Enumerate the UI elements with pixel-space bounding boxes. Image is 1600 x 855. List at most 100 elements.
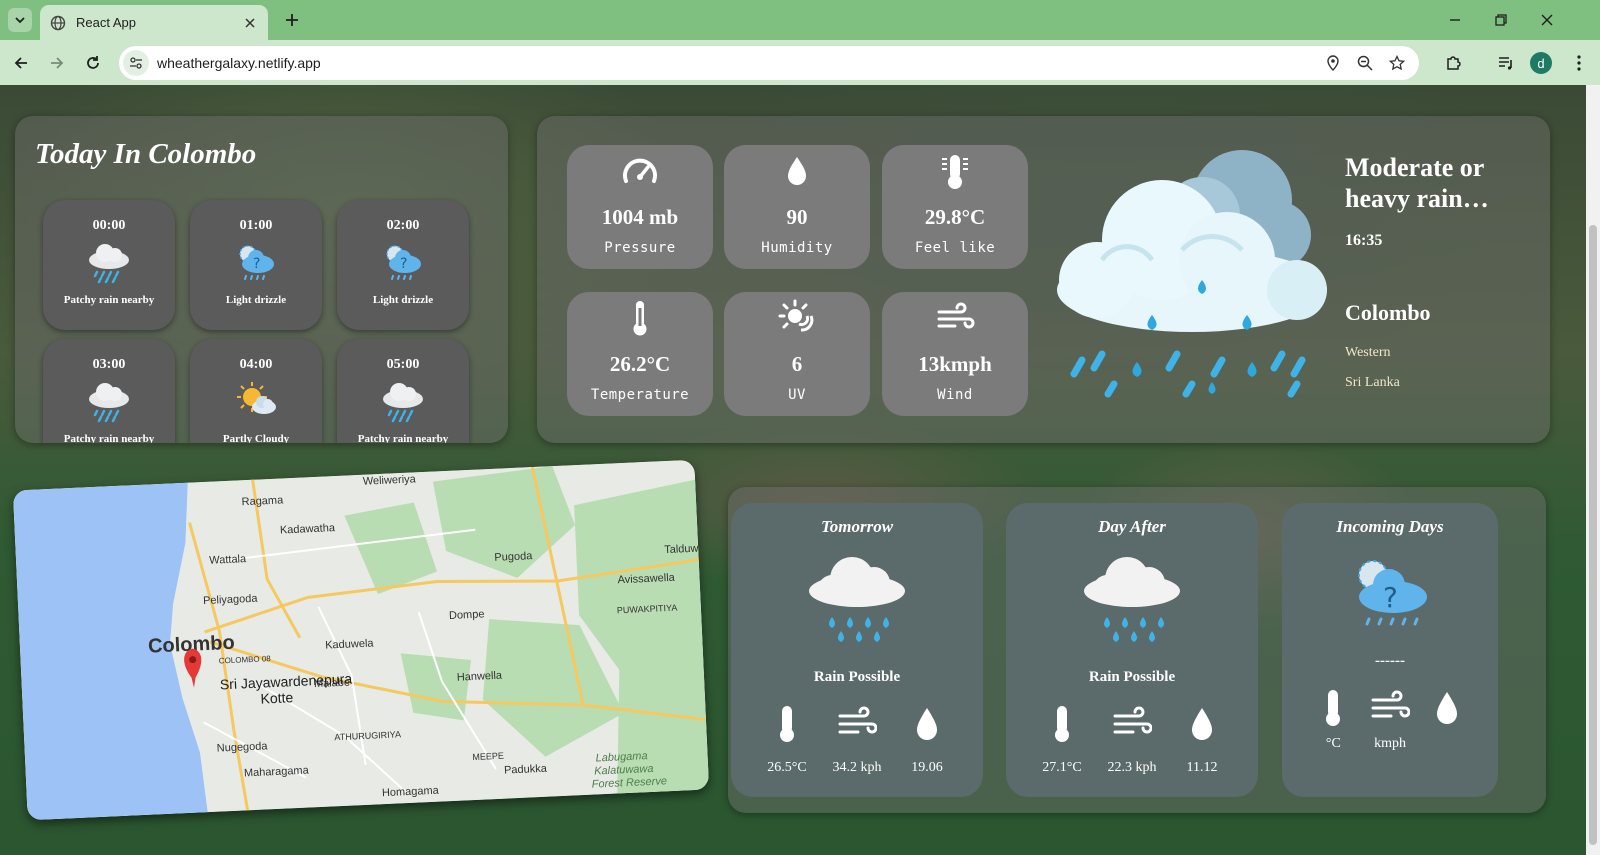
forward-button[interactable] bbox=[46, 52, 68, 74]
hour-condition: Patchy rain nearby bbox=[63, 433, 155, 443]
map-label: Nugegoda bbox=[217, 740, 269, 754]
hour-time: 04:00 bbox=[239, 357, 273, 372]
hour-card: 04:00 Partly Cloudy bbox=[190, 339, 322, 443]
tab-search-button[interactable] bbox=[8, 8, 32, 32]
stat-value: 1004 mb bbox=[601, 205, 679, 229]
profile-avatar[interactable]: d bbox=[1530, 52, 1552, 74]
svg-text:?: ? bbox=[253, 256, 260, 272]
stat-card-temperature: 26.2°C Temperature bbox=[567, 292, 713, 416]
minimize-button[interactable] bbox=[1445, 10, 1465, 30]
forecast-description: Rain Possible bbox=[1088, 669, 1176, 685]
globe-icon bbox=[50, 15, 66, 30]
stat-label: Temperature bbox=[590, 387, 690, 403]
new-tab-button[interactable] bbox=[282, 10, 302, 30]
map-label: Dompe bbox=[449, 608, 485, 622]
forecast-temp: 27.1°C bbox=[1042, 760, 1082, 775]
stat-label: UV bbox=[788, 387, 806, 403]
forecast-day: Day After bbox=[1098, 517, 1166, 536]
current-condition: Moderate or heavy rain… bbox=[1345, 153, 1489, 213]
hour-condition: Light drizzle bbox=[225, 294, 287, 306]
url-text: wheathergalaxy.netlify.app bbox=[157, 55, 321, 71]
forecast-wind: kmph bbox=[1374, 736, 1406, 751]
site-info-icon[interactable] bbox=[123, 50, 149, 76]
plus-icon bbox=[286, 14, 298, 26]
thermometer-icon bbox=[1326, 690, 1341, 726]
stat-value: 90 bbox=[786, 205, 808, 229]
scrollbar-thumb[interactable] bbox=[1589, 225, 1597, 845]
today-title: Today In Colombo bbox=[35, 138, 257, 170]
wind-icon bbox=[937, 302, 975, 329]
restore-button[interactable] bbox=[1491, 10, 1511, 30]
bookmark-star-icon[interactable] bbox=[1387, 53, 1407, 73]
forecast-card-day-after: Day After Rain Possible 27.1°C 22.3 kph … bbox=[1006, 503, 1258, 797]
map-label: Pugoda bbox=[494, 550, 533, 564]
wind-icon bbox=[1113, 706, 1152, 734]
rain-cloud-icon bbox=[383, 383, 423, 423]
rain-cloud-icon bbox=[809, 557, 905, 642]
droplet-icon bbox=[788, 157, 806, 185]
hour-card: 05:00 Patchy rain nearby bbox=[337, 339, 469, 443]
stat-label: Feel like bbox=[914, 240, 996, 256]
menu-button[interactable] bbox=[1568, 52, 1590, 74]
hour-condition: Patchy rain nearby bbox=[357, 433, 449, 443]
map-label: Labugama bbox=[595, 750, 647, 764]
zoom-out-icon[interactable] bbox=[1355, 53, 1375, 73]
puzzle-icon bbox=[1447, 56, 1461, 70]
reload-icon bbox=[87, 56, 99, 69]
map-label: Padukka bbox=[504, 763, 548, 777]
tab-title: React App bbox=[76, 15, 136, 30]
partly-cloudy-icon bbox=[237, 382, 276, 414]
hour-condition: Partly Cloudy bbox=[222, 433, 290, 443]
close-tab-icon[interactable] bbox=[242, 15, 258, 31]
unknown-weather-icon: ? bbox=[1358, 560, 1427, 626]
map-label: Kotte bbox=[260, 689, 294, 706]
forecast-description: ------ bbox=[1375, 653, 1405, 669]
country-name: Sri Lanka bbox=[1345, 375, 1400, 390]
map-label: Talduwa bbox=[664, 542, 706, 556]
forecast-wind: 34.2 kph bbox=[832, 760, 882, 775]
map-label: Kadawatha bbox=[280, 522, 336, 537]
map-label: Ragama bbox=[241, 494, 284, 508]
forecast-metrics: 27.1°C 22.3 kph 11.12 bbox=[1032, 704, 1232, 776]
wind-icon bbox=[838, 706, 877, 734]
media-controls-button[interactable] bbox=[1495, 52, 1517, 74]
thermometer-icon bbox=[780, 706, 794, 742]
hour-time: 02:00 bbox=[386, 218, 420, 233]
stat-label: Humidity bbox=[761, 240, 833, 256]
hour-time: 01:00 bbox=[239, 218, 273, 233]
page-scrollbar[interactable] bbox=[1586, 85, 1600, 855]
extensions-button[interactable] bbox=[1443, 52, 1465, 74]
unknown-weather-icon: ? bbox=[386, 245, 421, 280]
stat-value: 6 bbox=[791, 352, 803, 376]
hour-time: 00:00 bbox=[92, 218, 126, 233]
reload-button[interactable] bbox=[82, 52, 104, 74]
hour-card: 01:00 ? Light drizzle bbox=[190, 200, 322, 330]
droplet-icon bbox=[917, 708, 937, 740]
kebab-menu-icon bbox=[1577, 55, 1581, 71]
forecast-card-incoming: Incoming Days ? ------ °C kmph bbox=[1282, 503, 1498, 797]
arrow-left-icon bbox=[14, 57, 27, 69]
rain-cloud-icon bbox=[89, 244, 129, 284]
hour-condition: Patchy rain nearby bbox=[63, 294, 155, 306]
hour-time: 05:00 bbox=[386, 357, 420, 372]
restore-icon bbox=[1495, 14, 1507, 26]
browser-tab[interactable]: React App bbox=[40, 5, 268, 40]
map-view[interactable]: Ragama Kadawatha Wattala Peliyagoda Weli… bbox=[12, 459, 710, 821]
map-canvas[interactable]: Ragama Kadawatha Wattala Peliyagoda Weli… bbox=[12, 459, 710, 821]
location-pin-icon[interactable] bbox=[1323, 53, 1343, 73]
hour-card: 00:00 Patchy rain nearby bbox=[43, 200, 175, 330]
stat-value: 13kmph bbox=[918, 352, 992, 376]
hour-time: 03:00 bbox=[92, 357, 126, 372]
rain-cloud-icon bbox=[1084, 557, 1180, 642]
unknown-weather-icon: ? bbox=[239, 245, 274, 280]
close-window-button[interactable] bbox=[1537, 10, 1557, 30]
forecast-wind: 22.3 kph bbox=[1107, 760, 1157, 775]
address-bar[interactable]: wheathergalaxy.netlify.app bbox=[119, 46, 1419, 80]
map-label: Kaduwela bbox=[325, 637, 375, 651]
stat-label: Pressure bbox=[604, 240, 676, 256]
forecast-temp: °C bbox=[1325, 736, 1341, 751]
forecast-rain: 11.12 bbox=[1186, 760, 1218, 775]
map-label: MEEPE bbox=[472, 751, 504, 762]
stat-card-wind: 13kmph Wind bbox=[882, 292, 1028, 416]
back-button[interactable] bbox=[10, 52, 32, 74]
